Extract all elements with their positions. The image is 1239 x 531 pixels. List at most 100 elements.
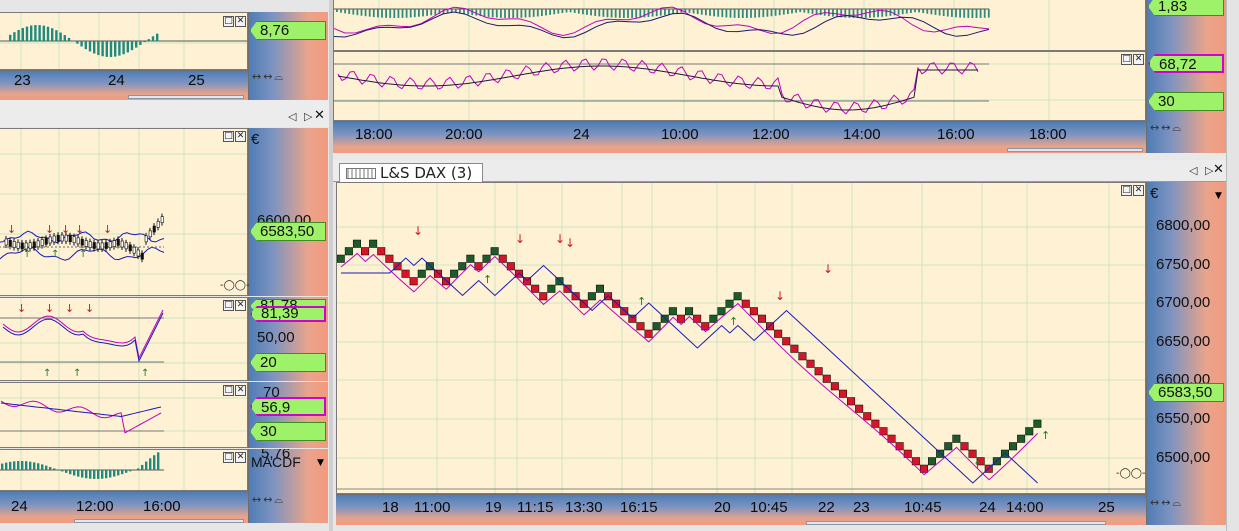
main-price-tag: 6583,50 [1148,383,1224,402]
volume-bar [819,9,822,16]
zoom-arrows-icon[interactable]: ↔↔⌓ [1150,121,1183,135]
buy-arrow-icon: ↑ [141,368,149,379]
time-label: 16:00 [143,498,181,515]
renko-up-box [425,262,434,271]
candle-body [100,242,104,250]
left-indicator1-tag-low: 20 [250,353,326,372]
volume-bar [725,9,728,18]
dropdown-arrow-icon[interactable]: ▼ [317,458,324,468]
pane-close-icon[interactable]: ✕ [235,452,246,463]
histogram-bar [118,41,121,56]
renko-up-box [725,299,734,308]
pane-maximize-icon[interactable]: □ [223,452,234,463]
pane-maximize-icon[interactable]: □ [223,385,234,396]
volume-bar [713,9,715,17]
pane-divider[interactable] [0,100,330,127]
volume-bar [934,9,937,15]
macd-bar [105,470,108,479]
renko-down-box [636,322,645,331]
dropdown-arrow-icon[interactable]: ▼ [1215,191,1222,201]
volume-bar [512,9,515,18]
volume-bar [971,9,974,18]
macd-bar [17,461,20,470]
macd-bar [69,470,72,475]
top-right-time-axis[interactable]: 18:00 20:00 24 10:00 12:00 14:00 16:00 1… [333,121,1146,153]
histogram-bar [38,25,41,41]
macd-bar [109,470,112,478]
volume-bar [524,9,527,18]
candle-body [132,246,136,254]
candle-body [28,242,32,249]
volume-bar [557,9,560,14]
pane-close-icon[interactable]: ✕ [1133,54,1144,65]
buy-arrow-icon: ↑ [729,315,738,328]
price-scale-label: 6700,00 [1156,294,1211,311]
scale-lock-icon[interactable]: -◯◯- [1116,468,1146,479]
renko-down-box [798,352,807,361]
nav-arrows-icon[interactable]: ◁ ▷ [288,110,314,123]
renko-up-box [466,254,475,263]
volume-bar [541,9,543,16]
vertical-splitter[interactable] [329,0,333,531]
volume-bar [536,9,539,17]
close-panel-icon[interactable]: ✕ [314,108,325,123]
macd-bar [49,466,52,470]
pane-close-icon[interactable]: ✕ [235,131,246,142]
main-time-axis[interactable]: 18 11:00 19 11:15 13:30 16:15 20 10:45 2… [336,494,1146,525]
volume-bar [959,9,961,18]
volume-bar [979,9,982,18]
volume-bar [918,9,920,13]
candle-body [36,240,40,248]
left-top-histogram [0,13,247,69]
pane-maximize-icon[interactable]: □ [223,131,234,142]
renko-down-box [822,374,831,383]
sell-arrow-icon: ↓ [413,224,423,238]
pane-close-icon[interactable]: ✕ [235,385,246,396]
renko-up-box [352,239,361,248]
renko-down-box [838,389,847,398]
renko-down-box [968,449,977,458]
macd-bar [45,465,48,470]
time-label: 23 [853,499,870,516]
pane-maximize-icon[interactable]: □ [223,300,234,311]
macd-bar [141,464,144,470]
chart-tab[interactable]: L&S DAX (3) [339,163,484,183]
macd-bar [37,463,40,470]
candle-body [88,241,92,248]
zoom-arrows-icon[interactable]: ↔↔⌓ [1150,496,1183,510]
time-label: 25 [1098,499,1115,516]
pane-close-icon[interactable]: ✕ [235,300,246,311]
volume-bar [487,9,490,17]
time-scrollbar[interactable] [806,521,1106,525]
volume-bar [762,9,765,18]
zoom-arrows-icon[interactable]: ↔↔⌓ [252,493,285,507]
zoom-arrows-icon[interactable]: ↔↔⌓ [252,70,285,84]
volume-bar [463,9,465,14]
volume-bar [930,9,933,15]
nav-arrows-icon[interactable]: ◁ ▷ [1189,164,1215,177]
buy-arrow-icon: ↑ [51,249,59,260]
pane-maximize-icon[interactable]: □ [1121,185,1132,196]
left-macd-scale: 5,76 MACDF ▼ [248,449,328,491]
time-scrollbar[interactable] [128,95,244,99]
volume-bar [610,9,613,18]
pane-maximize-icon[interactable]: □ [223,16,234,27]
time-label: 24 [108,72,125,89]
price-scale-label: 6550,00 [1156,410,1211,427]
chart-tab-icon [346,168,376,179]
volume-bar [873,9,875,18]
pane-close-icon[interactable]: ✕ [235,16,246,27]
time-scrollbar[interactable] [1007,148,1143,152]
time-label: 13:30 [565,499,603,516]
left-top-time-axis[interactable]: 23 24 25 [0,70,248,100]
close-panel-icon[interactable]: ✕ [1213,162,1224,177]
time-scrollbar[interactable] [74,519,244,523]
pane-close-icon[interactable]: ✕ [1133,185,1144,196]
candle-body [72,236,76,243]
volume-bar [590,9,592,16]
scale-lock-icon[interactable]: -◯◯- [220,280,250,291]
macd-title: MACDF [251,454,301,470]
left-time-axis[interactable]: 24 12:00 16:00 [0,491,248,523]
pane-maximize-icon[interactable]: □ [1121,54,1132,65]
top-right-rsi-low-tag: 30 [1148,92,1224,111]
